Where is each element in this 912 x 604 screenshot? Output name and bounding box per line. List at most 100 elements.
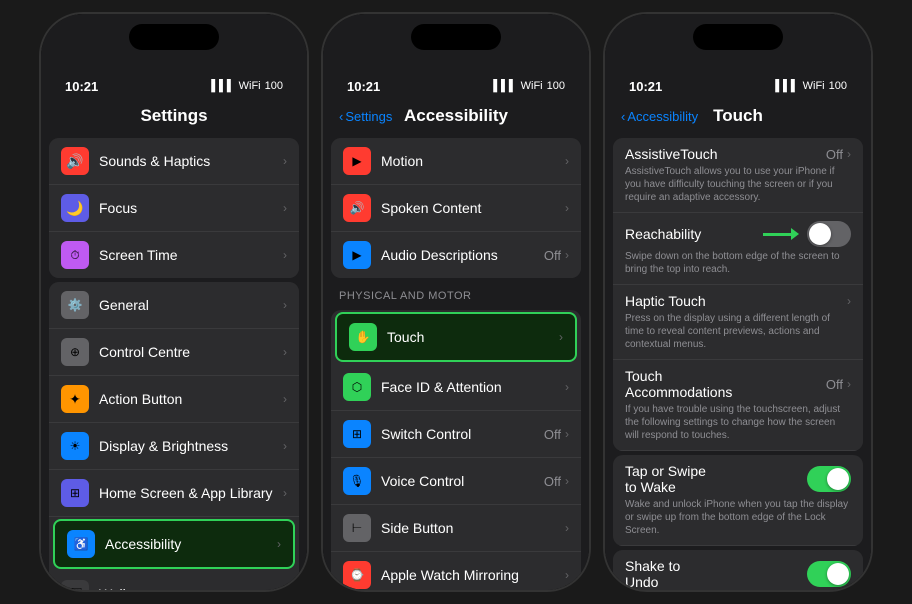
status-icons-3: ▌▌▌ WiFi 100 [775,80,847,92]
general-label: General [99,297,283,313]
wifi-icon-1: WiFi [239,80,261,92]
haptic-touch-desc: Press on the display using a different l… [625,312,851,351]
list-item[interactable]: ⊞ Switch Control Off › [331,411,581,458]
list-item[interactable]: ⊕ Control Centre › [49,329,299,376]
list-item[interactable]: ⌚ Apple Watch Mirroring › [331,552,581,590]
chevron-icon: › [277,537,281,551]
list-item[interactable]: 🖼 Wallpaper › [49,571,299,590]
chevron-icon: › [283,587,287,590]
list-item[interactable]: 🎙 Voice Control Off › [331,458,581,505]
voice-control-value: Off [544,474,561,489]
chevron-icon: › [283,248,287,262]
list-item[interactable]: ⬡ Face ID & Attention › [331,364,581,411]
switch-control-icon: ⊞ [343,420,371,448]
switch-control-value: Off [544,427,561,442]
home-screen-icon: ⊞ [61,479,89,507]
nav-back-2[interactable]: ‹ Settings [339,109,392,124]
focus-icon: 🌙 [61,194,89,222]
nav-title-1: Settings [140,106,207,126]
action-button-icon: ✦ [61,385,89,413]
reachability-toggle[interactable] [807,221,851,247]
touch-acc-label: Touch Accommodations [625,368,732,400]
list-item[interactable]: ⏱ Screen Time › [49,232,299,278]
assistive-touch-desc: AssistiveTouch allows you to use your iP… [625,165,851,204]
side-button-icon: ⊢ [343,514,371,542]
physical-motor-label: PHYSICAL AND MOTOR [323,282,589,306]
list-item[interactable]: ⚙️ General › [49,282,299,329]
touch-icon: ✋ [349,323,377,351]
touch-accommodations-row[interactable]: Touch Accommodations Off › If you have t… [613,360,863,451]
settings-section-wake: Tap or Swipe to Wake Wake and unlock iPh… [613,455,863,546]
list-item[interactable]: ✦ Action Button › [49,376,299,423]
tap-swipe-wake-row[interactable]: Tap or Swipe to Wake Wake and unlock iPh… [613,455,863,546]
audio-desc-icon: ▶ [343,241,371,269]
back-chevron-icon-3: ‹ [621,109,625,124]
tap-swipe-desc: Wake and unlock iPhone when you tap the … [625,498,851,537]
chevron-icon: › [283,298,287,312]
assistive-touch-value: Off [826,147,843,162]
status-bar-2: 10:21 ▌▌▌ WiFi 100 [323,64,589,102]
battery-icon-1: 100 [265,80,283,92]
accessibility-icon: ♿ [67,530,95,558]
watch-mirror-label: Apple Watch Mirroring [381,567,565,583]
status-bar-3: 10:21 ▌▌▌ WiFi 100 [605,64,871,102]
touch-row-item[interactable]: ✋ Touch › [335,312,577,362]
nav-title-3: Touch [713,106,763,126]
status-icons-1: ▌▌▌ WiFi 100 [211,80,283,92]
shake-undo-label: Shake to Undo [625,558,716,590]
chevron-icon: › [847,294,851,308]
status-bar-1: 10:21 ▌▌▌ WiFi 100 [41,64,307,102]
list-item[interactable]: ☀ Display & Brightness › [49,423,299,470]
phone-settings-main: 10:21 ▌▌▌ WiFi 100 Settings 🔊 Sounds & H… [39,12,309,592]
settings-section-general: ⚙️ General › ⊕ Control Centre › ✦ Action… [49,282,299,590]
spoken-icon: 🔊 [343,194,371,222]
settings-section-vision: ▶ Motion › 🔊 Spoken Content › ▶ Audio De… [331,138,581,278]
list-item[interactable]: 🔊 Spoken Content › [331,185,581,232]
chevron-icon: › [283,439,287,453]
audio-desc-value: Off [544,248,561,263]
haptic-touch-row[interactable]: Haptic Touch › Press on the display usin… [613,285,863,360]
control-centre-icon: ⊕ [61,338,89,366]
tap-swipe-toggle[interactable] [807,466,851,492]
chevron-icon: › [565,380,569,394]
list-item[interactable]: ⊢ Side Button › [331,505,581,552]
haptic-touch-label: Haptic Touch [625,293,736,309]
dynamic-island [129,24,219,50]
shake-undo-row[interactable]: Shake to Undo If you tend to shake your … [613,550,863,590]
status-time-3: 10:21 [629,79,662,94]
phone-accessibility: 10:21 ▌▌▌ WiFi 100 ‹ Settings Accessibil… [321,12,591,592]
accessibility-row[interactable]: ♿ Accessibility › [53,519,295,569]
chevron-icon: › [283,486,287,500]
touch-acc-value: Off [826,377,843,392]
list-item[interactable]: ⊞ Home Screen & App Library › [49,470,299,517]
chevron-icon: › [283,345,287,359]
watch-mirror-icon: ⌚ [343,561,371,589]
back-label-3: Accessibility [627,109,698,124]
touch-acc-desc: If you have trouble using the touchscree… [625,403,851,442]
list-item[interactable]: ▶ Audio Descriptions Off › [331,232,581,278]
screen-time-icon: ⏱ [61,241,89,269]
chevron-icon: › [565,154,569,168]
sounds-label: Sounds & Haptics [99,153,283,169]
nav-back-3[interactable]: ‹ Accessibility [621,109,698,124]
settings-list-1[interactable]: 🔊 Sounds & Haptics › 🌙 Focus › ⏱ Screen … [41,134,307,590]
chevron-icon: › [847,377,851,391]
chevron-icon: › [565,474,569,488]
spoken-label: Spoken Content [381,200,565,216]
assistive-touch-row[interactable]: AssistiveTouch Off › AssistiveTouch allo… [613,138,863,213]
list-item[interactable]: ▶ Motion › [331,138,581,185]
home-screen-label: Home Screen & App Library [99,485,283,501]
list-item[interactable]: 🔊 Sounds & Haptics › [49,138,299,185]
settings-list-2[interactable]: ▶ Motion › 🔊 Spoken Content › ▶ Audio De… [323,134,589,590]
tap-swipe-label: Tap or Swipe to Wake [625,463,716,495]
voice-control-icon: 🎙 [343,467,371,495]
reachability-row[interactable]: Reachability Swipe down on the bottom ed… [613,213,863,285]
list-item[interactable]: 🌙 Focus › [49,185,299,232]
wallpaper-icon: 🖼 [61,580,89,590]
settings-list-3[interactable]: AssistiveTouch Off › AssistiveTouch allo… [605,134,871,590]
general-icon: ⚙️ [61,291,89,319]
nav-bar-3: ‹ Accessibility Touch [605,102,871,134]
signal-icon-2: ▌▌▌ [493,80,516,92]
shake-undo-toggle[interactable] [807,561,851,587]
sounds-icon: 🔊 [61,147,89,175]
